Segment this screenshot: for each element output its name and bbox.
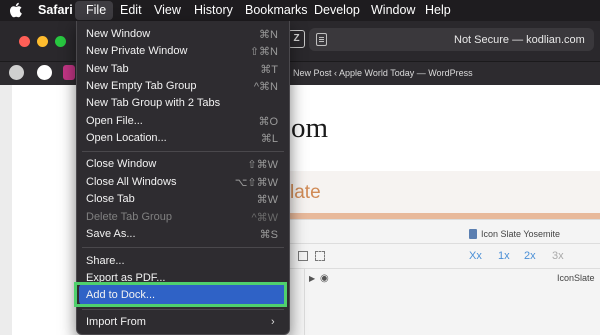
instagram-favicon-icon[interactable] xyxy=(63,65,75,80)
layer-row xyxy=(289,268,600,335)
menu-history[interactable]: History xyxy=(194,3,233,17)
shortcut-new-window: ⌘N xyxy=(259,29,278,41)
menu-item-delete-tab-group: Delete Tab Group xyxy=(86,211,173,223)
shortcut-open-location: ⌘L xyxy=(260,133,278,145)
reader-icon[interactable] xyxy=(316,33,327,46)
eye-icon[interactable]: ◉ xyxy=(320,273,329,284)
shortcut-new-private-window: ⇧⌘N xyxy=(249,46,278,58)
google-favicon-icon[interactable] xyxy=(37,65,52,80)
frame-icon[interactable] xyxy=(298,251,308,261)
minimize-window-button[interactable] xyxy=(37,36,48,47)
tool-2x[interactable]: 2x xyxy=(524,250,536,262)
menu-separator xyxy=(82,247,284,248)
menu-item-new-window[interactable]: New Window xyxy=(86,28,150,40)
menu-item-save-as[interactable]: Save As... xyxy=(86,228,136,240)
shortcut-save-as: ⌘S xyxy=(259,229,278,241)
menu-item-close-tab[interactable]: Close Tab xyxy=(86,193,135,205)
menu-item-new-tab[interactable]: New Tab xyxy=(86,63,129,75)
menu-item-open-location[interactable]: Open Location... xyxy=(86,132,167,144)
page-left-edge xyxy=(0,85,12,335)
menu-item-close-all-windows[interactable]: Close All Windows xyxy=(86,176,176,188)
menu-window[interactable]: Window xyxy=(371,3,415,17)
shortcut-open-file: ⌘O xyxy=(258,116,278,128)
play-icon[interactable]: ▶ xyxy=(309,274,315,283)
menu-help[interactable]: Help xyxy=(425,3,451,17)
shortcut-new-tab: ⌘T xyxy=(260,64,278,76)
shortcut-new-empty-tab-group: ^⌘N xyxy=(253,81,278,93)
menu-bar: Safari File Edit View History Bookmarks … xyxy=(0,0,600,21)
close-window-button[interactable] xyxy=(19,36,30,47)
shortcut-close-window: ⇧⌘W xyxy=(247,159,278,171)
menu-item-new-private-window[interactable]: New Private Window xyxy=(86,45,187,57)
menu-bookmarks[interactable]: Bookmarks xyxy=(245,3,308,17)
menu-view[interactable]: View xyxy=(154,3,181,17)
panel-divider xyxy=(289,243,600,244)
shortcut-close-tab: ⌘W xyxy=(256,194,278,206)
tool-xx[interactable]: Xx xyxy=(469,250,482,262)
zoom-icon[interactable]: Z xyxy=(288,30,305,48)
menu-file[interactable]: File xyxy=(86,3,106,17)
menu-item-new-empty-tab-group[interactable]: New Empty Tab Group xyxy=(86,80,196,92)
selection-icon[interactable] xyxy=(315,251,325,261)
shortcut-delete-tab-group: ^⌘W xyxy=(251,212,278,224)
menu-separator xyxy=(82,309,284,310)
active-tab-title[interactable]: New Post ‹ Apple World Today — WordPress xyxy=(293,68,473,78)
page-band-text: late xyxy=(290,182,321,203)
page-heading: om xyxy=(291,112,329,144)
panel-label: Icon Slate Yosemite xyxy=(481,229,561,239)
menu-item-close-window[interactable]: Close Window xyxy=(86,158,156,170)
favicon-1-icon[interactable] xyxy=(9,65,24,80)
menu-item-new-tab-group-with-tabs[interactable]: New Tab Group with 2 Tabs xyxy=(86,97,220,109)
zoom-window-button[interactable] xyxy=(55,36,66,47)
layer-label: IconSlate xyxy=(557,273,595,283)
annotation-highlight-box xyxy=(74,282,287,307)
menu-item-open-file[interactable]: Open File... xyxy=(86,115,143,127)
address-text: Not Secure — kodlian.com xyxy=(454,34,585,46)
layer-divider xyxy=(304,268,305,335)
tool-1x[interactable]: 1x xyxy=(498,250,510,262)
page-band xyxy=(289,171,600,213)
apple-logo-icon[interactable] xyxy=(9,2,23,18)
tool-3x[interactable]: 3x xyxy=(552,250,564,262)
menu-develop[interactable]: Develop xyxy=(314,3,360,17)
menu-separator xyxy=(82,151,284,152)
app-name-safari[interactable]: Safari xyxy=(38,3,73,17)
chevron-right-icon: › xyxy=(271,316,275,328)
menu-item-share[interactable]: Share... xyxy=(86,255,125,267)
icon-slate-app-icon xyxy=(469,229,477,239)
menu-item-import-from[interactable]: Import From xyxy=(86,316,146,328)
menu-edit[interactable]: Edit xyxy=(120,3,142,17)
shortcut-close-all-windows: ⌥⇧⌘W xyxy=(234,177,278,189)
